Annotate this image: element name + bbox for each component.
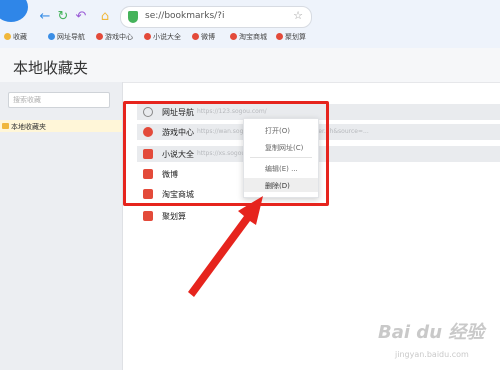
pointer-arrow-icon [188, 196, 263, 297]
watermark-url: jingyan.baidu.com [395, 350, 469, 359]
watermark-logo: Bai du 经验 [378, 322, 485, 343]
